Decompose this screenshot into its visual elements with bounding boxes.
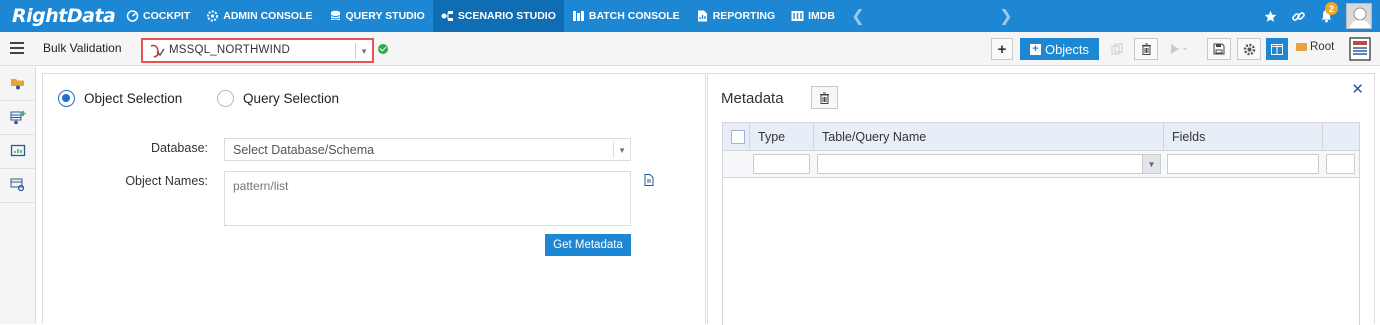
database-icon [329,10,342,22]
hamburger-menu-icon[interactable] [10,42,24,54]
bell-icon[interactable]: 2 [1312,0,1340,32]
folder-user-icon [11,79,24,90]
batch-icon [572,10,585,22]
top-nav: RightData COCKPIT ADMIN CONSOLE QUERY ST… [0,0,1380,32]
link-icon[interactable] [1284,0,1312,32]
column-header-type[interactable]: Type [750,123,814,151]
connection-select[interactable]: MSSQL_NORTHWIND ▼ [141,38,374,63]
run-button[interactable] [1165,38,1193,60]
notification-badge: 2 [1325,2,1338,15]
query-selection-label: Query Selection [243,91,340,106]
close-icon[interactable]: ✕ [1351,80,1364,98]
root-folder[interactable]: Root [1296,41,1334,53]
folder-icon [1296,43,1307,51]
chart-screen-icon [10,144,26,157]
star-icon[interactable] [1256,0,1284,32]
chevron-down-icon: ▼ [618,146,626,155]
connection-ok-icon [378,44,388,54]
add-table-icon [10,111,26,125]
metadata-title: Metadata [721,90,784,107]
rail-item-explorer[interactable] [0,67,36,101]
nav-item-reporting[interactable]: REPORTING [688,0,783,32]
database-label: Database: [151,141,208,155]
nav-item-label: IMDB [808,10,835,22]
nav-item-label: REPORTING [712,10,776,22]
extra-filter-input[interactable] [1326,154,1355,174]
settings-button[interactable] [1237,38,1261,60]
page-title: Bulk Validation [43,41,122,55]
get-metadata-button[interactable]: Get Metadata [545,234,631,256]
trash-icon [820,92,829,104]
rightdata-logo[interactable]: RightData [0,0,118,32]
toolbar: Bulk Validation MSSQL_NORTHWIND ▼ + + Ob… [0,32,1380,66]
nav-item-query-studio[interactable]: QUERY STUDIO [321,0,433,32]
column-header-table-name[interactable]: Table/Query Name [814,123,1164,151]
objects-button-label: Objects [1044,41,1090,57]
rail-item-search[interactable] [0,169,36,203]
select-all-cell [723,123,750,151]
nav-scroll-right-icon[interactable]: ❯ [997,0,1015,32]
gear-icon [206,10,219,22]
grid-filter-row: ▼ [723,151,1359,178]
object-names-input[interactable] [224,171,631,226]
metadata-grid: Type Table/Query Name Fields ▼ [722,122,1360,325]
save-button[interactable] [1207,38,1231,60]
nav-item-label: QUERY STUDIO [345,10,425,22]
document-icon[interactable] [644,174,654,186]
play-icon [1171,44,1187,54]
nav-item-scenario-studio[interactable]: SCENARIO STUDIO [432,0,564,32]
delete-button[interactable] [1134,38,1158,60]
gear-icon [1243,43,1255,55]
radio-checked-icon [58,90,75,107]
metadata-panel: Metadata ✕ Type Table/Query Name Fields … [707,73,1375,325]
database-select[interactable]: Select Database/Schema ▼ [224,138,631,161]
search-table-icon [10,178,25,192]
nav-item-label: COCKPIT [143,10,191,22]
nav-item-batch-console[interactable]: BATCH CONSOLE [564,0,688,32]
database-select-value: Select Database/Schema [233,143,375,157]
chevron-down-icon[interactable]: ▼ [1142,155,1160,173]
root-label: Root [1310,41,1335,53]
report-icon [696,10,709,22]
grid-header: Type Table/Query Name Fields [723,123,1359,151]
object-selection-panel: Object Selection Query Selection Databas… [42,73,706,324]
nav-item-label: SCENARIO STUDIO [457,10,556,22]
split-view-button[interactable] [1266,38,1288,60]
type-filter-input[interactable] [753,154,810,174]
nav-item-admin-console[interactable]: ADMIN CONSOLE [198,0,320,32]
connection-type-icon [149,44,165,61]
connection-value: MSSQL_NORTHWIND [169,44,290,56]
column-header-fields[interactable]: Fields [1164,123,1323,151]
clear-metadata-button[interactable] [811,86,838,109]
select-all-checkbox[interactable] [731,130,745,144]
nav-item-cockpit[interactable]: COCKPIT [118,0,198,32]
nav-item-label: BATCH CONSOLE [588,10,680,22]
object-selection-label: Object Selection [84,91,183,106]
copy-icon[interactable] [1106,38,1128,60]
trash-icon [1141,43,1151,55]
left-rail [0,67,36,324]
radio-unchecked-icon [217,90,234,107]
imdb-icon [791,10,804,22]
object-names-label: Object Names: [125,174,208,188]
avatar[interactable] [1346,3,1372,29]
plus-square-icon: + [1029,43,1041,55]
catalog-icon[interactable] [1348,36,1372,62]
table-name-filter-input[interactable]: ▼ [817,154,1161,174]
nav-scroll-left-icon[interactable]: ❮ [849,0,867,32]
save-icon [1213,43,1225,55]
columns-icon [1271,43,1283,55]
objects-button[interactable]: + Objects [1020,38,1099,60]
rail-item-add-validation[interactable] [0,101,36,135]
rail-item-dashboard[interactable] [0,135,36,169]
nav-item-label: ADMIN CONSOLE [223,10,313,22]
fields-filter-input[interactable] [1167,154,1319,174]
object-selection-radio[interactable]: Object Selection [58,90,182,107]
query-selection-radio[interactable]: Query Selection [217,90,339,107]
cockpit-icon [126,10,139,22]
scenario-icon [441,10,454,22]
chevron-down-icon: ▼ [360,47,368,56]
add-button[interactable]: + [991,38,1013,60]
nav-item-imdb[interactable]: IMDB [783,0,843,32]
